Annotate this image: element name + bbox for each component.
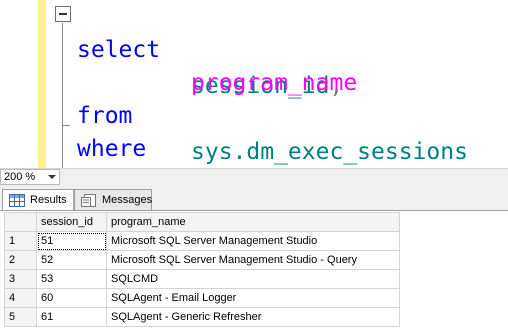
- keyword-where: where: [77, 136, 147, 162]
- results-grid[interactable]: session_id program_name 1 51 Microsoft S…: [4, 212, 400, 327]
- table-name: sys.dm_exec_sessions: [191, 139, 468, 165]
- code-line-where[interactable]: where is_user_process = 1: [77, 95, 454, 198]
- results-tab-bar: Results Messages: [0, 185, 508, 212]
- cell-program-name[interactable]: Microsoft SQL Server Management Studio -…: [106, 250, 400, 270]
- collapse-icon[interactable]: [55, 6, 71, 22]
- column-program-name: program_name: [191, 70, 358, 96]
- table-row[interactable]: 2 52 Microsoft SQL Server Management Stu…: [4, 250, 400, 270]
- column-header-program-name[interactable]: program_name: [106, 212, 400, 232]
- row-number[interactable]: 4: [4, 288, 37, 308]
- table-row[interactable]: 1 51 Microsoft SQL Server Management Stu…: [4, 231, 400, 251]
- code-line-program-name[interactable]: program_name: [77, 29, 357, 96]
- cell-session-id[interactable]: 60: [36, 288, 107, 308]
- code-line-select[interactable]: select session_id,: [77, 0, 343, 99]
- cell-session-id[interactable]: 61: [36, 307, 107, 327]
- row-number[interactable]: 1: [4, 231, 37, 251]
- cell-program-name[interactable]: SQLCMD: [106, 269, 400, 289]
- messages-icon: [81, 194, 96, 207]
- column-header-session-id[interactable]: session_id: [36, 212, 107, 232]
- tab-results-label: Results: [30, 194, 67, 206]
- change-tracking-bar: [38, 0, 46, 168]
- row-number[interactable]: 2: [4, 250, 37, 270]
- query-editor[interactable]: select session_id, program_name from sys…: [0, 0, 508, 198]
- code-line-from[interactable]: from sys.dm_exec_sessions: [77, 62, 468, 165]
- zoom-dropdown[interactable]: 200 %: [0, 169, 60, 185]
- outline-guide: [62, 23, 63, 168]
- tab-results[interactable]: Results: [2, 189, 74, 212]
- table-row[interactable]: 4 60 SQLAgent - Email Logger: [4, 288, 400, 308]
- table-row[interactable]: 3 53 SQLCMD: [4, 269, 400, 289]
- tab-messages[interactable]: Messages: [74, 189, 152, 211]
- row-number[interactable]: 3: [4, 269, 37, 289]
- grid-corner[interactable]: [4, 212, 37, 232]
- cell-session-id[interactable]: 51: [36, 231, 107, 251]
- cell-session-id[interactable]: 52: [36, 250, 107, 270]
- zoom-value: 200 %: [4, 171, 36, 183]
- grid-icon: [9, 194, 25, 207]
- cell-program-name[interactable]: SQLAgent - Email Logger: [106, 288, 400, 308]
- chevron-down-icon[interactable]: [48, 175, 56, 179]
- editor-status-strip: 200 %: [0, 168, 508, 185]
- table-row[interactable]: 5 61 SQLAgent - Generic Refresher: [4, 307, 400, 327]
- outline-guide-end: [62, 125, 70, 126]
- editor-margin: [0, 0, 38, 168]
- tab-messages-label: Messages: [102, 194, 153, 206]
- results-pane: session_id program_name 1 51 Microsoft S…: [0, 210, 508, 331]
- cell-program-name[interactable]: Microsoft SQL Server Management Studio: [106, 231, 400, 251]
- grid-header-row: session_id program_name: [4, 212, 400, 232]
- row-number[interactable]: 5: [4, 307, 37, 327]
- cell-program-name[interactable]: SQLAgent - Generic Refresher: [106, 307, 400, 327]
- cell-session-id[interactable]: 53: [36, 269, 107, 289]
